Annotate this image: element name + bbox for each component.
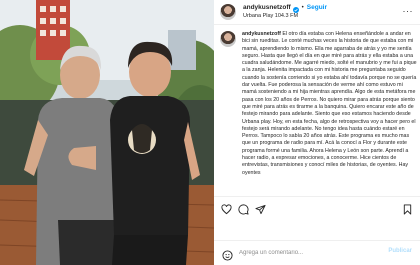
heart-icon[interactable] — [221, 204, 232, 215]
comment-input[interactable] — [239, 250, 379, 256]
post-panel: andykusnetzoff • Seguir Urbana Play 104.… — [214, 0, 420, 265]
post-photo[interactable] — [0, 0, 214, 265]
author-info: andykusnetzoff • Seguir Urbana Play 104.… — [243, 4, 327, 20]
caption-text: andykusnetzoff El otro día estaba con He… — [242, 31, 418, 188]
separator-dot: • — [301, 5, 304, 11]
caption-avatar[interactable] — [220, 31, 236, 47]
follow-button[interactable]: Seguir — [307, 4, 327, 12]
emoji-icon[interactable] — [222, 248, 233, 261]
publish-button[interactable]: Publicar — [388, 248, 412, 254]
author-avatar[interactable] — [220, 4, 236, 20]
post-location[interactable]: Urbana Play 104.3 FM — [243, 12, 327, 20]
caption-body: El otro día estaba con Helena enseñándol… — [242, 31, 417, 176]
caption-username[interactable]: andykusnetzoff — [242, 31, 281, 37]
bookmark-icon[interactable] — [402, 204, 413, 215]
comment-icon[interactable] — [238, 204, 249, 215]
more-options-icon[interactable]: ··· — [403, 7, 414, 16]
post-photo-scene — [0, 0, 214, 265]
author-username[interactable]: andykusnetzoff — [243, 4, 291, 12]
share-icon[interactable] — [255, 204, 266, 215]
post-header: andykusnetzoff • Seguir Urbana Play 104.… — [214, 0, 420, 25]
post-caption: andykusnetzoff El otro día estaba con He… — [220, 31, 418, 188]
verified-badge-icon — [292, 5, 299, 13]
action-bar — [214, 196, 420, 222]
